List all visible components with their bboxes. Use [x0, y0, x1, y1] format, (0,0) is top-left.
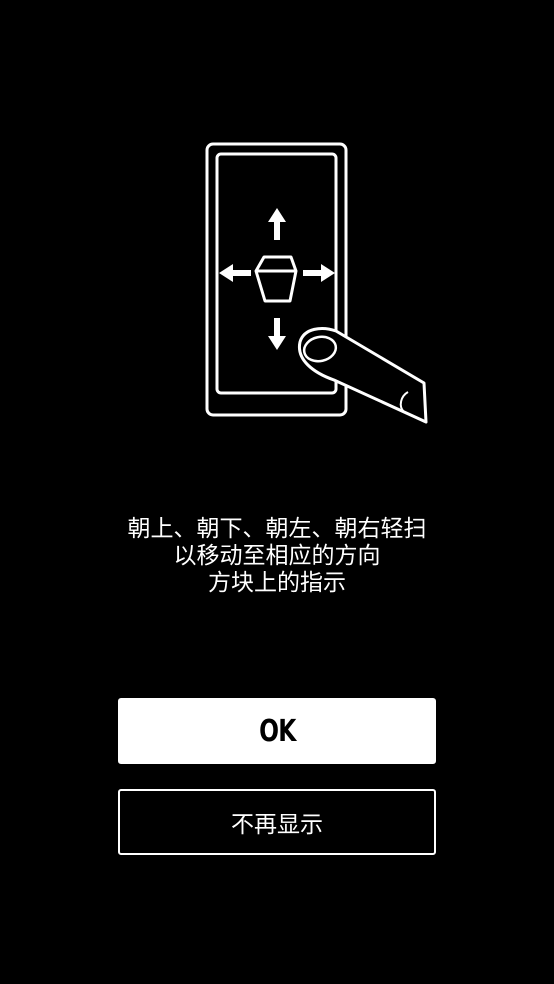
dont-show-again-label: 不再显示 [231, 812, 323, 838]
arrow-right-icon [303, 264, 335, 282]
ok-button[interactable]: OK [118, 698, 436, 764]
finger-icon [297, 327, 428, 424]
dont-show-again-button[interactable]: 不再显示 [118, 789, 436, 855]
ok-button-label: OK [258, 713, 296, 749]
instruction-text: 朝上、朝下、朝左、朝右轻扫 以移动至相应的方向 方块上的指示 [0, 516, 554, 597]
instruction-line-1: 朝上、朝下、朝左、朝右轻扫 [127, 516, 427, 542]
arrow-left-icon [219, 264, 251, 282]
swipe-tutorial-screen: { "illustration": { "icon": "swipe-gestu… [0, 0, 554, 984]
instruction-line-2: 以移动至相应的方向 [173, 543, 381, 569]
arrow-up-icon [268, 208, 286, 240]
block-icon [254, 255, 298, 303]
swipe-gesture-phone-icon [205, 142, 428, 424]
swipe-gesture-illustration [190, 130, 440, 440]
instruction-line-3: 方块上的指示 [208, 570, 346, 596]
arrow-down-icon [268, 318, 286, 350]
